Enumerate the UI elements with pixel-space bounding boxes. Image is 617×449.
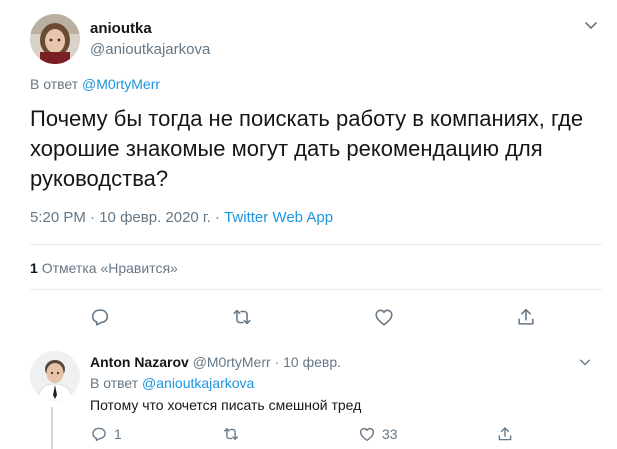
chevron-down-icon[interactable] <box>579 355 591 367</box>
user-handle[interactable]: @M0rtyMerr <box>193 354 271 370</box>
chevron-down-icon[interactable] <box>584 18 598 32</box>
main-tweet: anioutka @anioutkajarkova В ответ @M0rty… <box>0 0 617 341</box>
tweet-date: 10 февр. 2020 г. <box>99 209 211 226</box>
share-icon <box>496 425 514 442</box>
thread-connector <box>51 407 53 449</box>
heart-icon[interactable] <box>373 306 395 328</box>
meta-separator: · <box>214 209 220 226</box>
tweet-source-link[interactable]: Twitter Web App <box>224 209 333 226</box>
likes-stat[interactable]: 1 Отметка «Нравится» <box>30 260 178 276</box>
reply-count: 1 <box>114 426 122 442</box>
like-button[interactable]: 33 <box>358 425 398 445</box>
share-button[interactable] <box>496 425 514 445</box>
reply-prefix: В ответ <box>30 76 79 92</box>
tweet-meta: 5:20 PM · 10 февр. 2020 г. · Twitter Web… <box>30 209 333 226</box>
reply-button[interactable]: 1 <box>90 425 122 445</box>
retweet-button[interactable] <box>222 425 240 445</box>
comment-icon[interactable] <box>89 306 111 328</box>
meta-separator: · <box>90 209 96 226</box>
tweet-text: Потому что хочется писать смешной тред <box>90 397 362 413</box>
reply-mention-link[interactable]: @M0rtyMerr <box>82 76 160 92</box>
reply-context: В ответ @M0rtyMerr <box>30 76 160 92</box>
avatar[interactable] <box>30 351 80 401</box>
like-count: 33 <box>382 426 398 442</box>
likes-count: 1 <box>30 260 38 276</box>
display-name[interactable]: Anton Nazarov <box>90 354 189 370</box>
divider <box>30 244 602 245</box>
share-icon[interactable] <box>515 306 537 328</box>
reply-prefix: В ответ <box>90 375 139 391</box>
tweet-time-link[interactable]: 5:20 PM · 10 февр. 2020 г. <box>30 209 211 226</box>
reply-context: В ответ @anioutkajarkova <box>90 375 254 391</box>
retweet-icon[interactable] <box>231 306 253 328</box>
tweet-text: Почему бы тогда не поискать работу в ком… <box>30 106 584 191</box>
avatar[interactable] <box>30 14 80 64</box>
reply-author-line: Anton Nazarov @M0rtyMerr · 10 февр. <box>90 354 341 370</box>
retweet-icon <box>222 425 240 442</box>
reply-mention-link[interactable]: @anioutkajarkova <box>142 375 254 391</box>
divider <box>30 289 602 290</box>
meta-separator: · <box>274 354 280 370</box>
heart-icon <box>358 425 376 442</box>
user-handle[interactable]: @anioutkajarkova <box>90 41 210 58</box>
tweet-date[interactable]: 10 февр. <box>283 354 341 370</box>
comment-icon <box>90 425 108 442</box>
display-name[interactable]: anioutka <box>90 20 152 37</box>
tweet-time: 5:20 PM <box>30 209 86 226</box>
reply-tweet[interactable]: Anton Nazarov @M0rtyMerr · 10 февр. В от… <box>0 341 617 449</box>
likes-label: Отметка «Нравится» <box>41 260 178 276</box>
